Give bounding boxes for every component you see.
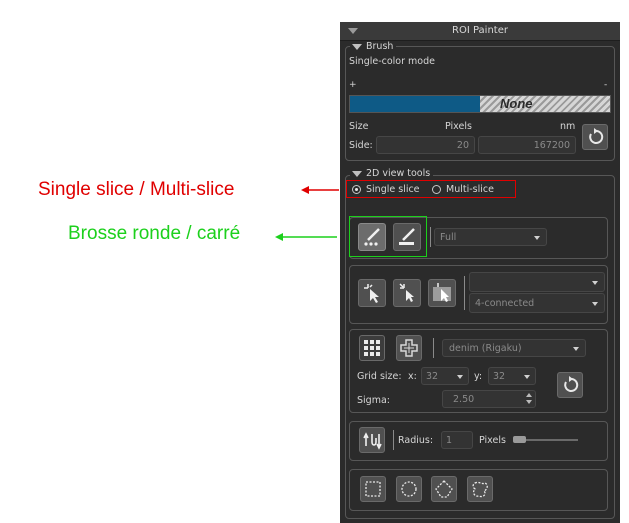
nm-label: nm <box>560 121 576 132</box>
filter-value: denim (Rigaku) <box>449 343 522 354</box>
view-tools-legend-label: 2D view tools <box>366 168 431 179</box>
single-slice-label: Single slice <box>366 184 420 195</box>
connectivity-value: 4-connected <box>475 298 535 309</box>
expand-triangle-icon[interactable] <box>352 43 362 50</box>
side-nm-input[interactable]: 167200 <box>478 136 576 154</box>
refresh-icon <box>589 128 604 144</box>
reset-size-button[interactable] <box>582 124 608 150</box>
chevron-down-icon <box>592 302 598 306</box>
smooth-arrows-icon <box>363 432 382 450</box>
lasso-select-button[interactable] <box>467 476 493 502</box>
lasso-select-icon <box>472 481 488 498</box>
none-color-label: None <box>500 96 533 111</box>
multi-slice-radio[interactable]: Multi-slice <box>432 184 494 195</box>
round-brush-button[interactable] <box>358 223 386 251</box>
magic-wand-3d-icon <box>399 283 414 302</box>
color-palette[interactable]: None <box>349 95 611 113</box>
magic-wand-icon <box>364 284 379 303</box>
grid-y-select[interactable]: 32 <box>488 367 536 385</box>
square-brush-button[interactable] <box>393 223 421 251</box>
spin-up-icon[interactable] <box>526 393 532 397</box>
spin-down-icon[interactable] <box>526 400 532 404</box>
polygon-select-icon <box>435 480 453 498</box>
active-color-swatch[interactable] <box>350 96 480 112</box>
expand-triangle-icon[interactable] <box>352 170 362 177</box>
brush-mode-value: Full <box>440 232 457 243</box>
round-brush-icon <box>364 228 380 246</box>
x-label: x: <box>408 371 417 382</box>
sigma-value: 2.50 <box>453 394 475 405</box>
grid-y-value: 32 <box>493 371 506 382</box>
sigma-label: Sigma: <box>357 395 390 406</box>
radio-selected[interactable] <box>352 185 361 194</box>
magic-wand-volume-icon <box>433 283 451 302</box>
rectangle-select-button[interactable] <box>360 476 386 502</box>
chevron-down-icon <box>592 281 598 285</box>
plus-label: + <box>349 80 357 90</box>
smooth-button[interactable] <box>359 427 385 453</box>
grid-size-label: Grid size: <box>357 371 402 382</box>
ellipse-select-button[interactable] <box>396 476 422 502</box>
pixels-label: Pixels <box>445 121 472 132</box>
connectivity-select[interactable]: 4-connected <box>469 293 605 313</box>
red-arrow <box>301 186 339 194</box>
reset-filter-button[interactable] <box>557 372 583 398</box>
separator <box>464 276 465 310</box>
add-region-button[interactable] <box>396 335 422 361</box>
side-pixels-input[interactable]: 20 <box>376 136 475 154</box>
side-label: Side: <box>349 140 373 151</box>
radius-slider-handle[interactable] <box>513 436 526 443</box>
filter-select[interactable]: denim (Rigaku) <box>442 339 586 357</box>
square-brush-icon <box>399 228 415 245</box>
ellipse-select-icon <box>401 481 417 497</box>
brush-legend-label: Brush <box>366 41 394 52</box>
single-slice-radio[interactable]: Single slice <box>352 184 420 195</box>
separator <box>430 227 431 247</box>
magic-wand-button[interactable] <box>358 279 386 307</box>
green-arrow <box>275 233 337 241</box>
grid-x-value: 32 <box>426 371 439 382</box>
radius-input[interactable]: 1 <box>441 431 473 449</box>
separator <box>393 430 394 450</box>
view-tools-legend[interactable]: 2D view tools <box>350 168 434 179</box>
brush-mode-label: Single-color mode <box>349 56 435 67</box>
radio-unselected[interactable] <box>432 185 441 194</box>
rectangle-select-icon <box>365 481 381 497</box>
separator <box>433 338 434 358</box>
brush-legend[interactable]: Brush <box>350 41 397 52</box>
plus-grid-icon <box>400 339 418 357</box>
brush-shape-annotation: Brosse ronde / carré <box>68 223 241 244</box>
panel-titlebar[interactable]: ROI Painter <box>340 22 620 41</box>
brush-mode-select[interactable]: Full <box>434 228 547 246</box>
chevron-down-icon <box>534 236 540 240</box>
refresh-icon <box>564 376 579 392</box>
y-label: y: <box>474 371 483 382</box>
chevron-down-icon <box>573 347 579 351</box>
single-multi-slice-annotation: Single slice / Multi-slice <box>38 179 235 200</box>
magic-wand-3d-button[interactable] <box>393 279 421 307</box>
grid-x-select[interactable]: 32 <box>421 367 469 385</box>
none-color-swatch[interactable]: None <box>480 96 610 112</box>
grid-icon <box>364 340 380 356</box>
panel-title: ROI Painter <box>452 25 508 36</box>
polygon-select-button[interactable] <box>431 476 457 502</box>
chevron-down-icon <box>457 375 463 379</box>
radius-label: Radius: <box>398 435 434 446</box>
radius-slider[interactable] <box>513 436 578 443</box>
multi-slice-label: Multi-slice <box>446 184 494 195</box>
radius-unit-label: Pixels <box>479 435 506 446</box>
chevron-down-icon <box>524 375 530 379</box>
magic-wand-volume-button[interactable] <box>428 279 456 307</box>
sigma-spinbox[interactable]: 2.50 <box>442 390 536 408</box>
wand-target-select[interactable] <box>469 272 605 292</box>
size-label: Size <box>349 121 369 132</box>
grid-button[interactable] <box>359 335 385 361</box>
minus-label: - <box>604 80 608 90</box>
